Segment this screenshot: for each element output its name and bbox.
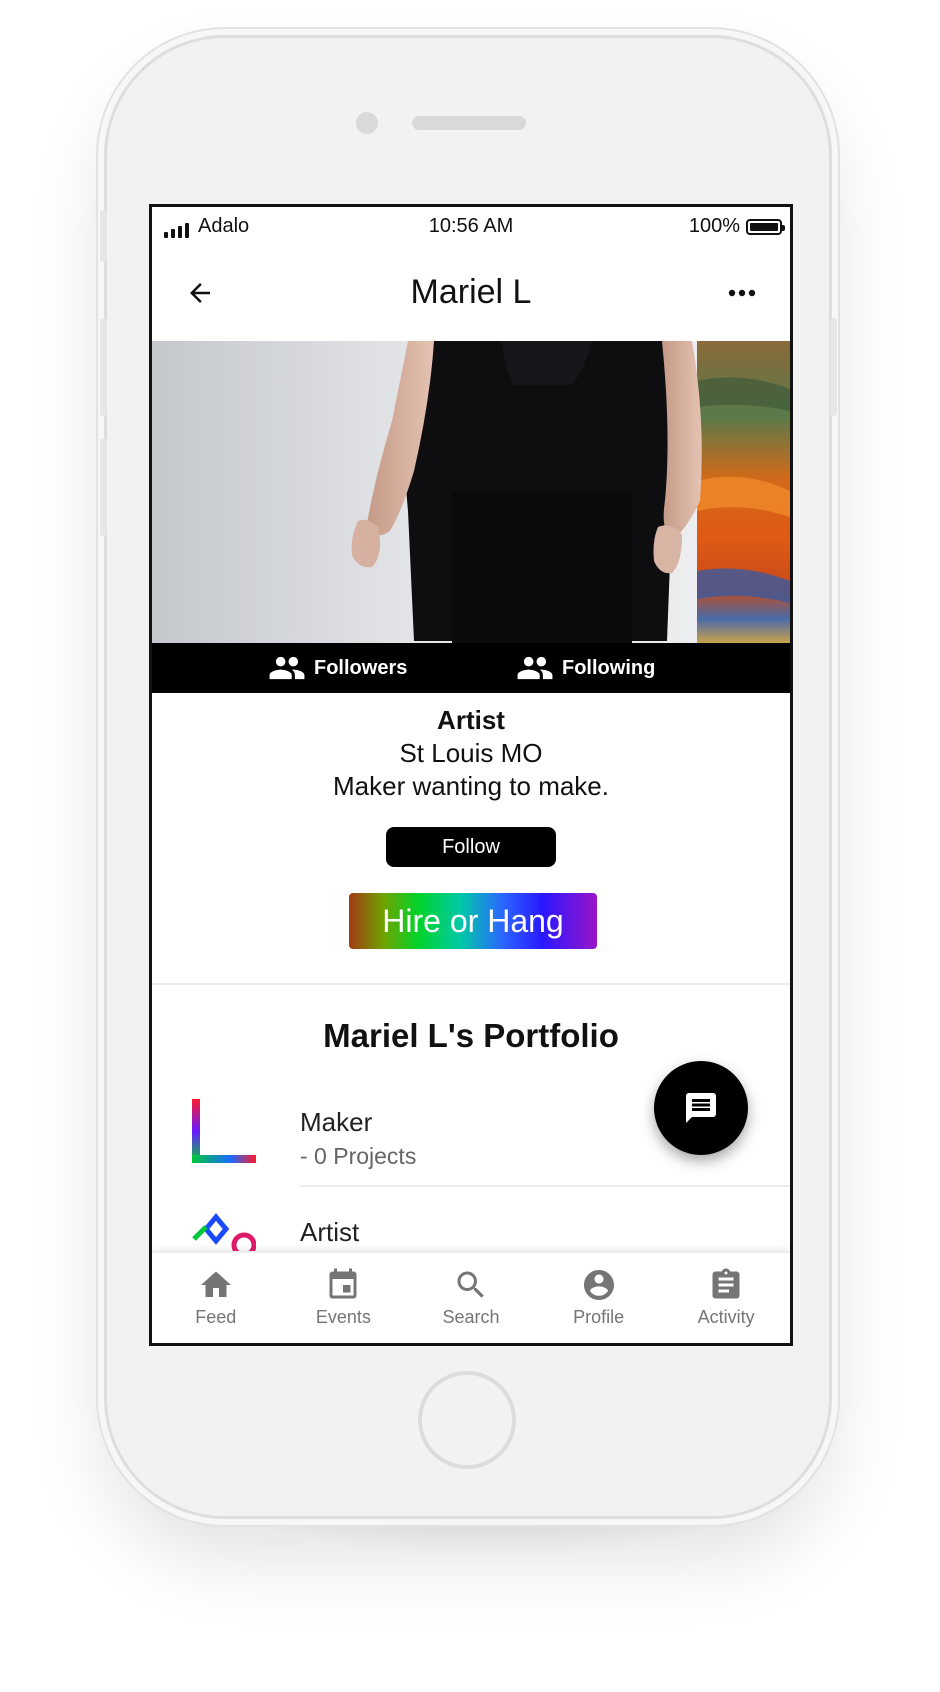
chat-icon (686, 1093, 716, 1123)
bio-role: Artist (437, 705, 505, 735)
follow-button[interactable]: Follow (386, 827, 556, 867)
chat-fab-button[interactable] (654, 1061, 748, 1155)
top-app-bar: Mariel L (152, 245, 790, 341)
list-item-title: Maker (300, 1107, 373, 1137)
battery-icon (746, 218, 785, 235)
tab-feed[interactable]: Feed (152, 1253, 280, 1343)
tab-label: Activity (697, 1307, 755, 1327)
following-label: Following (562, 656, 656, 679)
tab-label: Feed (195, 1307, 237, 1327)
tab-events[interactable]: Events (280, 1253, 408, 1343)
tab-profile[interactable]: Profile (535, 1253, 663, 1343)
bio-location: St Louis MO (399, 738, 543, 768)
search-icon (457, 1271, 484, 1298)
section-divider (152, 983, 790, 985)
account-circle-icon (583, 1270, 614, 1300)
front-camera (356, 112, 378, 134)
status-right: 100% (688, 215, 785, 238)
follow-stats-bar: Followers Following (152, 643, 790, 693)
status-bar: Adalo 10:56 AM 100% (152, 207, 790, 245)
tab-label: Profile (573, 1307, 625, 1327)
battery-percent: 100% (688, 215, 740, 237)
people-icon (517, 656, 553, 680)
page-title: Mariel L (410, 273, 532, 311)
followers-label: Followers (314, 656, 408, 679)
people-icon (269, 656, 305, 680)
cover-photo-illustration (152, 341, 790, 643)
calendar-icon (329, 1268, 357, 1299)
tab-label: Search (442, 1307, 500, 1327)
app-screen: Adalo 10:56 AM 100% Mariel L Followers F… (149, 204, 793, 1346)
tab-label: Events (315, 1307, 371, 1327)
tab-activity[interactable]: Activity (662, 1253, 790, 1343)
profile-bio: Artist St Louis MO Maker wanting to make… (152, 697, 790, 802)
tab-search[interactable]: Search (407, 1253, 535, 1343)
more-options-button[interactable] (716, 267, 768, 319)
portfolio-title: Mariel L's Portfolio (323, 1017, 619, 1054)
hire-or-hang-button[interactable]: Hire or Hang (349, 893, 597, 949)
rainbow-l-icon (192, 1099, 256, 1163)
side-button-power (830, 318, 837, 416)
list-item-title: Artist (300, 1217, 360, 1247)
bio-description: Maker wanting to make. (332, 771, 609, 801)
following-link[interactable]: Following (516, 655, 655, 681)
home-button[interactable] (418, 1371, 516, 1469)
clipboard-icon (712, 1268, 740, 1299)
side-button-volume-down (100, 438, 107, 536)
home-icon (200, 1271, 231, 1297)
more-horizontal-icon (728, 289, 756, 297)
side-button-volume-up (100, 318, 107, 416)
cover-photo (152, 341, 790, 643)
followers-link[interactable]: Followers (268, 655, 407, 681)
earpiece-speaker (412, 116, 526, 130)
bottom-tab-bar: Feed Events Search Profile Activity (152, 1251, 790, 1343)
list-item-subtitle: - 0 Projects (300, 1143, 417, 1169)
side-button-mute (100, 210, 107, 262)
